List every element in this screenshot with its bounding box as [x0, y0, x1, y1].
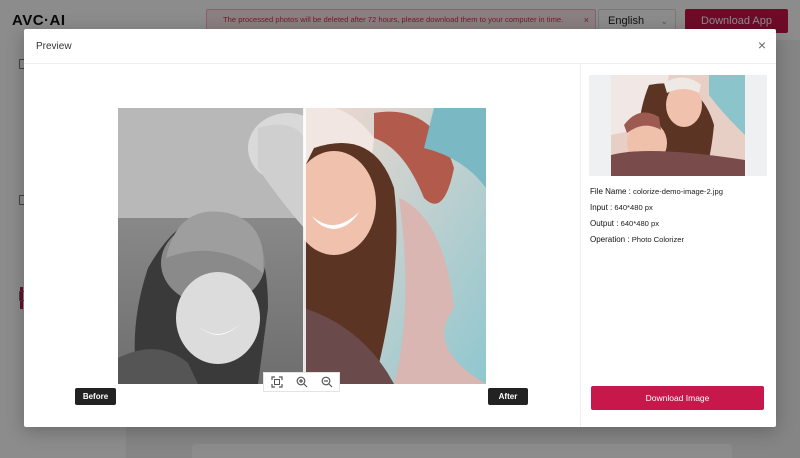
input-label: Input :	[590, 203, 613, 212]
input-value: 640*480 px	[614, 203, 653, 212]
operation-value: Photo Colorizer	[631, 235, 685, 244]
download-image-button[interactable]: Download Image	[591, 386, 764, 410]
info-output: Output : 640*480 px	[590, 219, 659, 228]
preview-modal: Preview × Before After File Name: color…	[24, 29, 776, 427]
zoom-out-icon[interactable]	[318, 374, 336, 390]
before-photo	[118, 108, 304, 384]
before-label: Before	[75, 388, 116, 405]
compare-slider-handle[interactable]	[303, 108, 306, 384]
zoom-toolbar	[263, 372, 340, 392]
info-input: Input : 640*480 px	[590, 203, 653, 212]
fit-screen-icon[interactable]	[268, 374, 286, 390]
info-file-name: File Name : colorize-demo-image-2.jpg	[590, 187, 723, 196]
file-name-value: colorize-demo-image-2.jpg	[633, 187, 723, 196]
after-photo	[304, 108, 486, 384]
modal-header: Preview ×	[24, 29, 776, 64]
output-value: 640*480 px	[620, 219, 660, 228]
after-label: After	[488, 388, 528, 405]
before-after-compare[interactable]	[118, 108, 486, 384]
file-name-label: File Name :	[590, 187, 631, 196]
panel-divider	[580, 64, 581, 427]
operation-label: Operation :	[590, 235, 630, 244]
zoom-in-icon[interactable]	[293, 374, 311, 390]
output-label: Output :	[590, 219, 619, 228]
close-icon[interactable]: ×	[758, 38, 766, 52]
modal-title: Preview	[36, 41, 72, 52]
info-operation: Operation : Photo Colorizer	[590, 235, 684, 244]
result-thumbnail	[589, 75, 767, 176]
